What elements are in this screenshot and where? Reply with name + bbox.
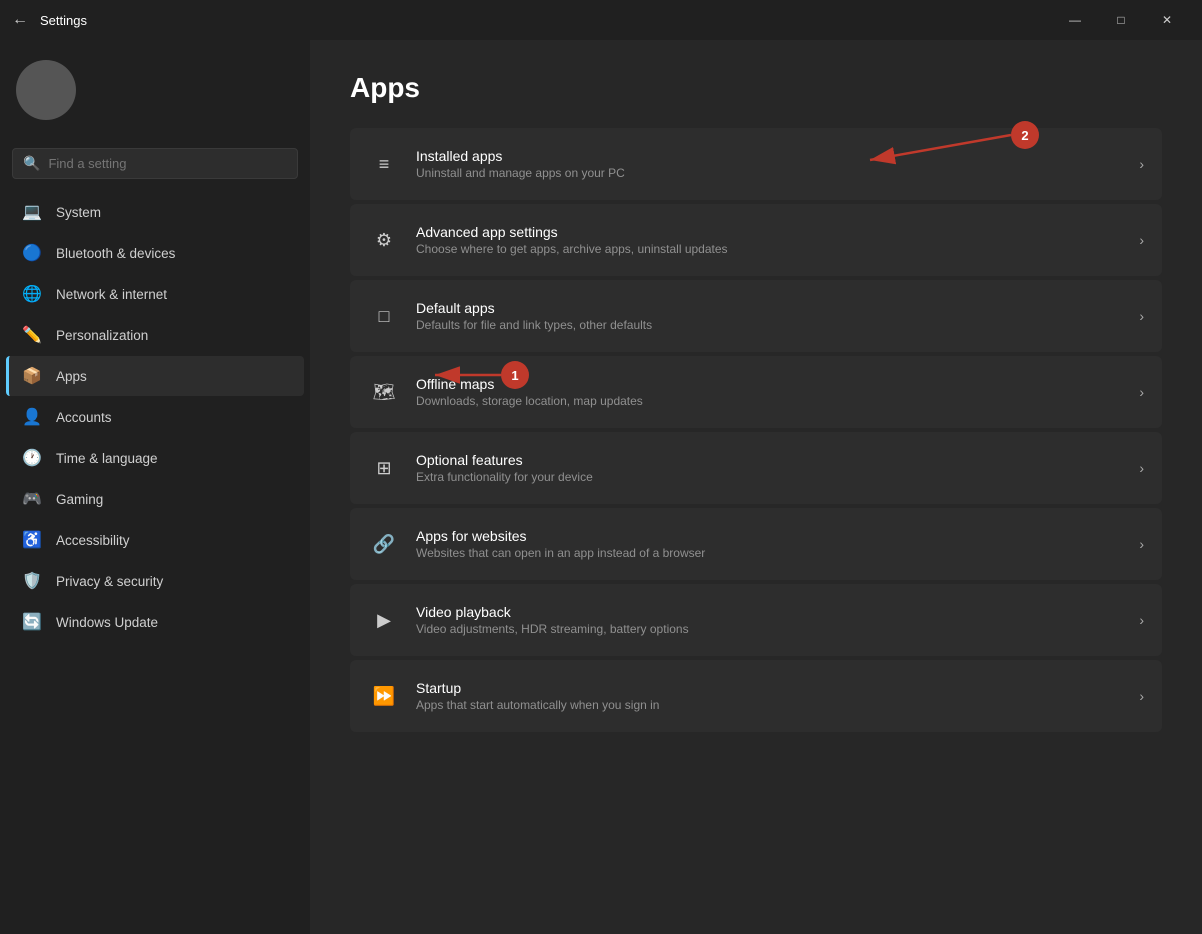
settings-item-desc: Apps that start automatically when you s… [416, 698, 1123, 712]
sidebar-item-label: System [56, 205, 101, 220]
sidebar-item-system[interactable]: 💻 System [6, 192, 304, 232]
sidebar-item-privacy[interactable]: 🛡️ Privacy & security [6, 561, 304, 601]
settings-item-desc: Defaults for file and link types, other … [416, 318, 1123, 332]
chevron-right-icon: › [1139, 536, 1144, 552]
settings-item-offline-maps[interactable]: 🗺 Offline maps Downloads, storage locati… [350, 356, 1162, 428]
privacy-icon: 🛡️ [22, 571, 42, 591]
gaming-icon: 🎮 [22, 489, 42, 509]
content-area: Apps ≡ Installed apps Uninstall and mana… [310, 40, 1202, 934]
sidebar-item-bluetooth[interactable]: 🔵 Bluetooth & devices [6, 233, 304, 273]
accounts-icon: 👤 [22, 407, 42, 427]
titlebar: ← Settings — □ ✕ [0, 0, 1202, 40]
sidebar-item-label: Privacy & security [56, 574, 163, 589]
settings-item-optional-features[interactable]: ⊞ Optional features Extra functionality … [350, 432, 1162, 504]
settings-item-title: Video playback [416, 604, 1123, 620]
settings-item-title: Offline maps [416, 376, 1123, 392]
app-title: Settings [40, 13, 1044, 28]
sidebar-item-accounts[interactable]: 👤 Accounts [6, 397, 304, 437]
settings-item-desc: Websites that can open in an app instead… [416, 546, 1123, 560]
settings-item-installed-apps[interactable]: ≡ Installed apps Uninstall and manage ap… [350, 128, 1162, 200]
settings-item-desc: Downloads, storage location, map updates [416, 394, 1123, 408]
bluetooth-icon: 🔵 [22, 243, 42, 263]
sidebar-item-gaming[interactable]: 🎮 Gaming [6, 479, 304, 519]
chevron-right-icon: › [1139, 308, 1144, 324]
sidebar-item-apps[interactable]: 📦 Apps [6, 356, 304, 396]
settings-item-default-apps[interactable]: □ Default apps Defaults for file and lin… [350, 280, 1162, 352]
sidebar-item-accessibility[interactable]: ♿ Accessibility [6, 520, 304, 560]
chevron-right-icon: › [1139, 384, 1144, 400]
sidebar-item-label: Time & language [56, 451, 158, 466]
network-icon: 🌐 [22, 284, 42, 304]
apps-icon: 📦 [22, 366, 42, 386]
search-container: 🔍 [0, 140, 310, 191]
sidebar-item-network[interactable]: 🌐 Network & internet [6, 274, 304, 314]
startup-icon: ⏩ [368, 680, 400, 712]
settings-list: ≡ Installed apps Uninstall and manage ap… [350, 128, 1162, 732]
settings-item-desc: Video adjustments, HDR streaming, batter… [416, 622, 1123, 636]
settings-item-title: Default apps [416, 300, 1123, 316]
nav-list: 💻 System 🔵 Bluetooth & devices 🌐 Network… [0, 191, 310, 926]
offline-maps-icon: 🗺 [368, 376, 400, 408]
settings-item-title: Startup [416, 680, 1123, 696]
sidebar-item-label: Windows Update [56, 615, 158, 630]
chevron-right-icon: › [1139, 612, 1144, 628]
chevron-right-icon: › [1139, 460, 1144, 476]
settings-item-apps-for-websites[interactable]: 🔗 Apps for websites Websites that can op… [350, 508, 1162, 580]
main-wrapper: Apps ≡ Installed apps Uninstall and mana… [310, 40, 1202, 934]
video-playback-icon: ▶ [368, 604, 400, 636]
window-controls: — □ ✕ [1052, 0, 1190, 40]
minimize-button[interactable]: — [1052, 0, 1098, 40]
sidebar-item-label: Accounts [56, 410, 112, 425]
settings-item-title: Apps for websites [416, 528, 1123, 544]
settings-item-startup[interactable]: ⏩ Startup Apps that start automatically … [350, 660, 1162, 732]
avatar [16, 60, 76, 120]
sidebar-item-time[interactable]: 🕐 Time & language [6, 438, 304, 478]
settings-item-advanced-app-settings[interactable]: ⚙ Advanced app settings Choose where to … [350, 204, 1162, 276]
close-button[interactable]: ✕ [1144, 0, 1190, 40]
page-title: Apps [350, 72, 1162, 104]
sidebar-item-label: Network & internet [56, 287, 167, 302]
settings-item-title: Installed apps [416, 148, 1123, 164]
apps-for-websites-icon: 🔗 [368, 528, 400, 560]
accessibility-icon: ♿ [22, 530, 42, 550]
personalization-icon: ✏️ [22, 325, 42, 345]
chevron-right-icon: › [1139, 156, 1144, 172]
sidebar-item-label: Accessibility [56, 533, 130, 548]
sidebar-item-label: Bluetooth & devices [56, 246, 175, 261]
settings-item-desc: Uninstall and manage apps on your PC [416, 166, 1123, 180]
search-icon: 🔍 [23, 155, 40, 172]
update-icon: 🔄 [22, 612, 42, 632]
sidebar-item-label: Gaming [56, 492, 103, 507]
advanced-app-settings-icon: ⚙ [368, 224, 400, 256]
app-body: 🔍 💻 System 🔵 Bluetooth & devices 🌐 Netwo… [0, 40, 1202, 934]
settings-item-desc: Choose where to get apps, archive apps, … [416, 242, 1123, 256]
system-icon: 💻 [22, 202, 42, 222]
settings-item-title: Advanced app settings [416, 224, 1123, 240]
settings-item-title: Optional features [416, 452, 1123, 468]
maximize-button[interactable]: □ [1098, 0, 1144, 40]
chevron-right-icon: › [1139, 688, 1144, 704]
sidebar: 🔍 💻 System 🔵 Bluetooth & devices 🌐 Netwo… [0, 40, 310, 934]
sidebar-item-update[interactable]: 🔄 Windows Update [6, 602, 304, 642]
installed-apps-icon: ≡ [368, 148, 400, 180]
sidebar-item-label: Personalization [56, 328, 148, 343]
back-button[interactable]: ← [12, 11, 28, 29]
search-box[interactable]: 🔍 [12, 148, 298, 179]
search-input[interactable] [48, 156, 287, 171]
settings-item-desc: Extra functionality for your device [416, 470, 1123, 484]
chevron-right-icon: › [1139, 232, 1144, 248]
time-icon: 🕐 [22, 448, 42, 468]
settings-item-video-playback[interactable]: ▶ Video playback Video adjustments, HDR … [350, 584, 1162, 656]
sidebar-item-personalization[interactable]: ✏️ Personalization [6, 315, 304, 355]
sidebar-item-label: Apps [56, 369, 87, 384]
optional-features-icon: ⊞ [368, 452, 400, 484]
user-profile [0, 40, 310, 140]
default-apps-icon: □ [368, 300, 400, 332]
